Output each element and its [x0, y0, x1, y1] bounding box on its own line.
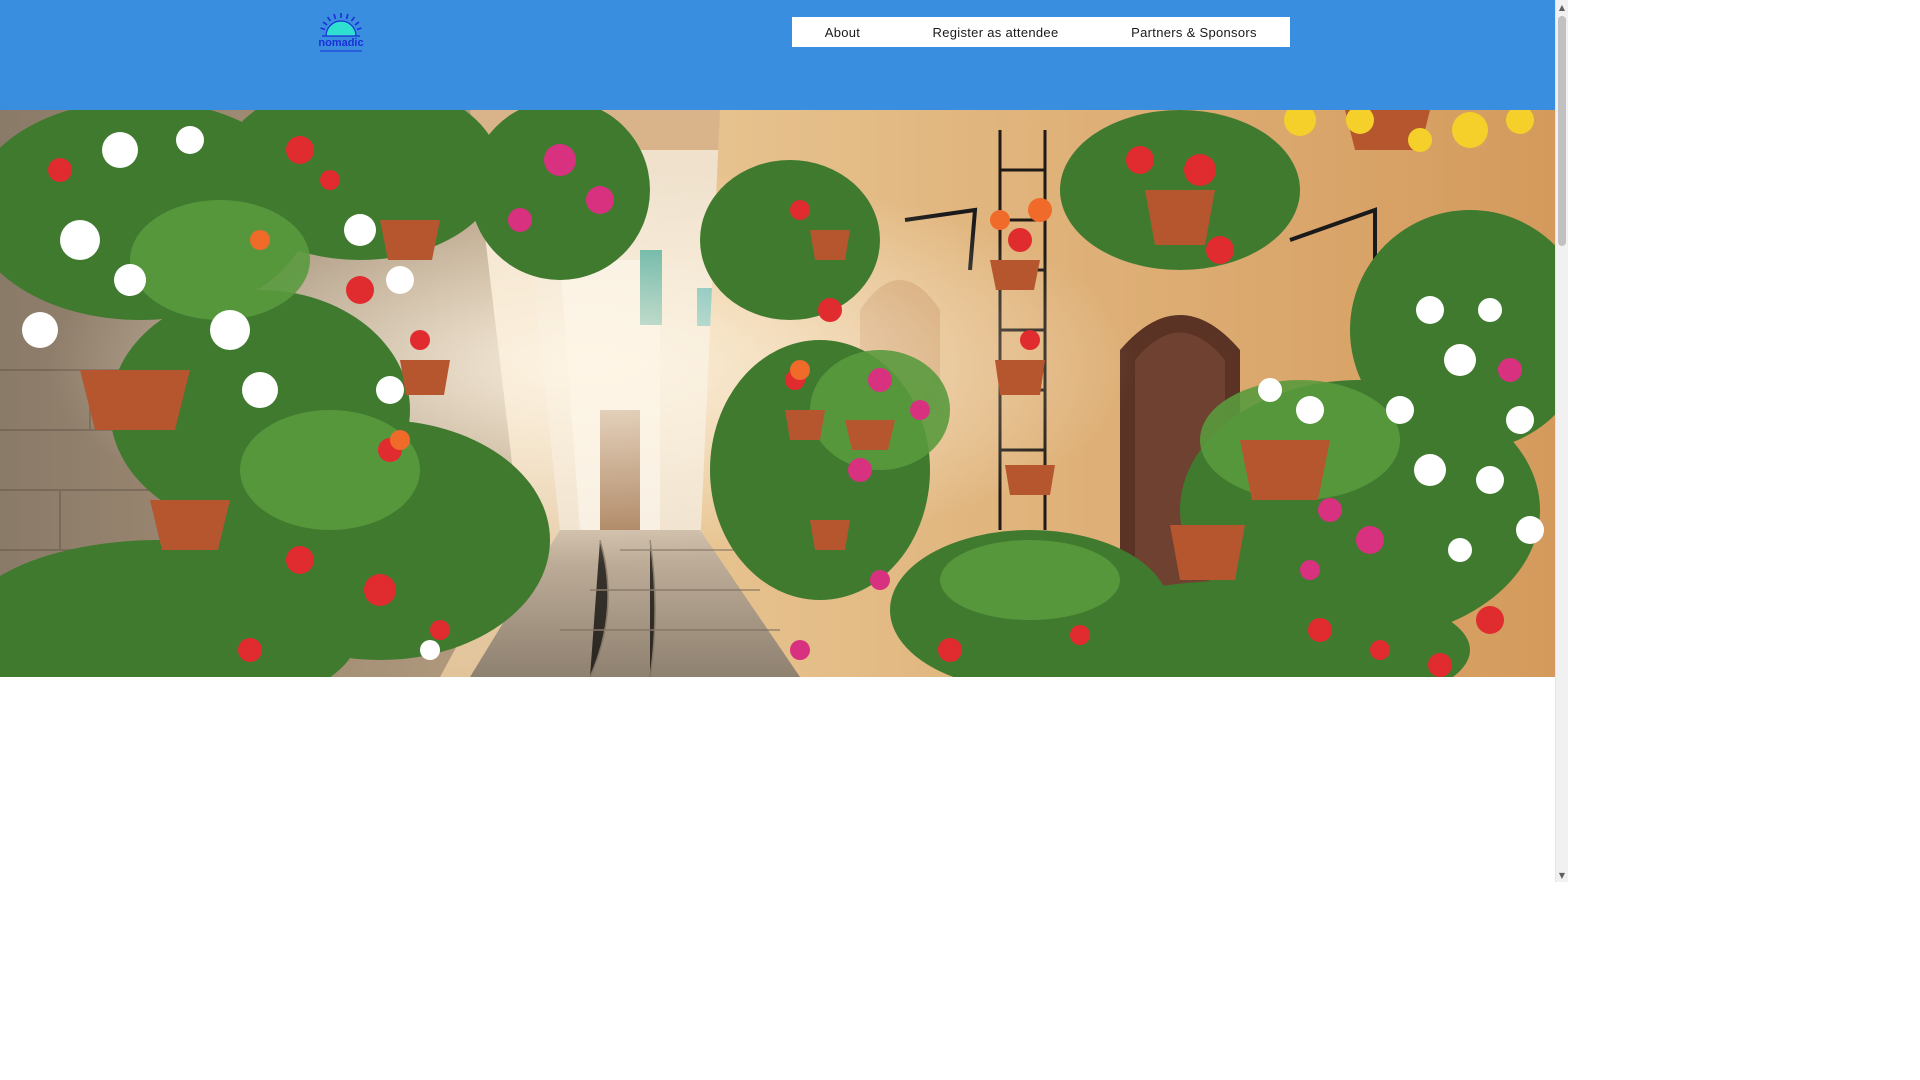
scroll-thumb[interactable]: [1558, 16, 1566, 246]
nav-register-link[interactable]: Register as attendee: [893, 25, 1098, 40]
main-nav: About Register as attendee Partners & Sp…: [792, 17, 1290, 47]
sunrise-logo-icon: nomadic: [318, 13, 364, 52]
site-header: nomadic About Register as attendee Partn…: [0, 0, 1556, 110]
page-scrollbar[interactable]: ▲ ▼: [1555, 0, 1568, 882]
flower-alley-photo: [0, 110, 1556, 677]
site-logo[interactable]: nomadic: [314, 10, 368, 56]
content-area: [0, 677, 1556, 882]
scroll-down-icon[interactable]: ▼: [1556, 868, 1568, 882]
hero-image: [0, 110, 1556, 677]
nav-partners-link[interactable]: Partners & Sponsors: [1098, 25, 1290, 40]
scroll-up-icon[interactable]: ▲: [1556, 0, 1568, 14]
page: nomadic About Register as attendee Partn…: [0, 0, 1568, 882]
nav-about-link[interactable]: About: [792, 25, 893, 40]
logo-wordmark: nomadic: [318, 37, 363, 49]
